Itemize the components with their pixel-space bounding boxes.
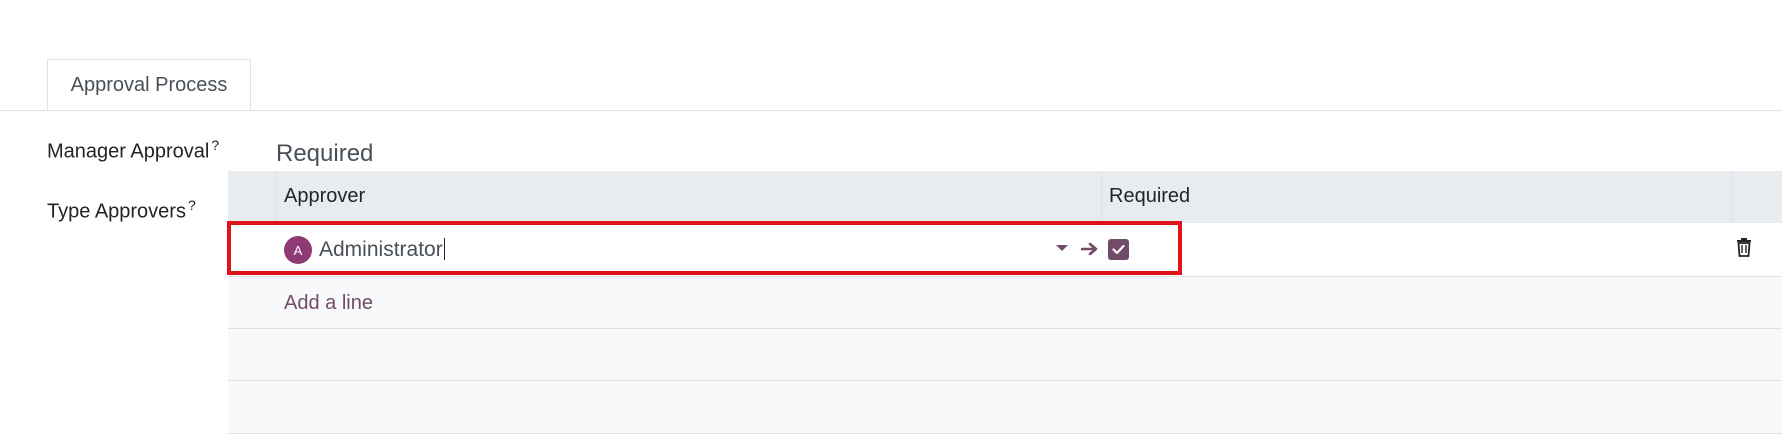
table-row-empty [228, 329, 1782, 381]
table-header: Approver Required [228, 171, 1782, 223]
trash-icon-svg [1737, 238, 1751, 257]
manager-approval-label: Manager Approval? [47, 137, 219, 164]
type-approvers-help-icon[interactable]: ? [188, 197, 196, 213]
table-row[interactable]: A Administrator [228, 223, 1782, 277]
approvers-table: Approver Required A Administrator Add a … [228, 171, 1782, 434]
column-separator [276, 171, 277, 223]
text-cursor [443, 238, 445, 260]
type-approvers-label: Type Approvers? [47, 197, 196, 224]
column-separator [1731, 171, 1732, 223]
arrow-right-icon-svg [1081, 242, 1098, 256]
required-checkbox[interactable] [1108, 239, 1129, 260]
manager-approval-select[interactable]: Required [276, 140, 373, 168]
add-line-row: Add a line [228, 277, 1782, 329]
type-approvers-label-text: Type Approvers [47, 200, 186, 223]
add-a-line-button[interactable]: Add a line [284, 292, 373, 315]
column-header-required[interactable]: Required [1109, 185, 1190, 208]
manager-approval-label-text: Manager Approval [47, 140, 210, 163]
arrow-right-icon[interactable] [1079, 236, 1101, 262]
trash-icon[interactable] [1735, 237, 1757, 261]
approval-type-form: Approval Process Manager Approval? Requi… [0, 0, 1782, 434]
column-separator [1101, 171, 1102, 223]
check-icon [1112, 244, 1125, 255]
manager-approval-help-icon[interactable]: ? [211, 137, 219, 153]
caret-down-icon[interactable] [1056, 245, 1068, 251]
approver-input[interactable]: Administrator [319, 238, 445, 262]
approver-input-value: Administrator [319, 238, 443, 261]
table-row-empty [228, 381, 1782, 434]
column-header-approver[interactable]: Approver [284, 185, 365, 208]
tab-approval-process[interactable]: Approval Process [47, 59, 251, 111]
tab-label: Approval Process [70, 74, 228, 96]
avatar: A [284, 236, 312, 264]
tabs-divider [0, 110, 1782, 111]
